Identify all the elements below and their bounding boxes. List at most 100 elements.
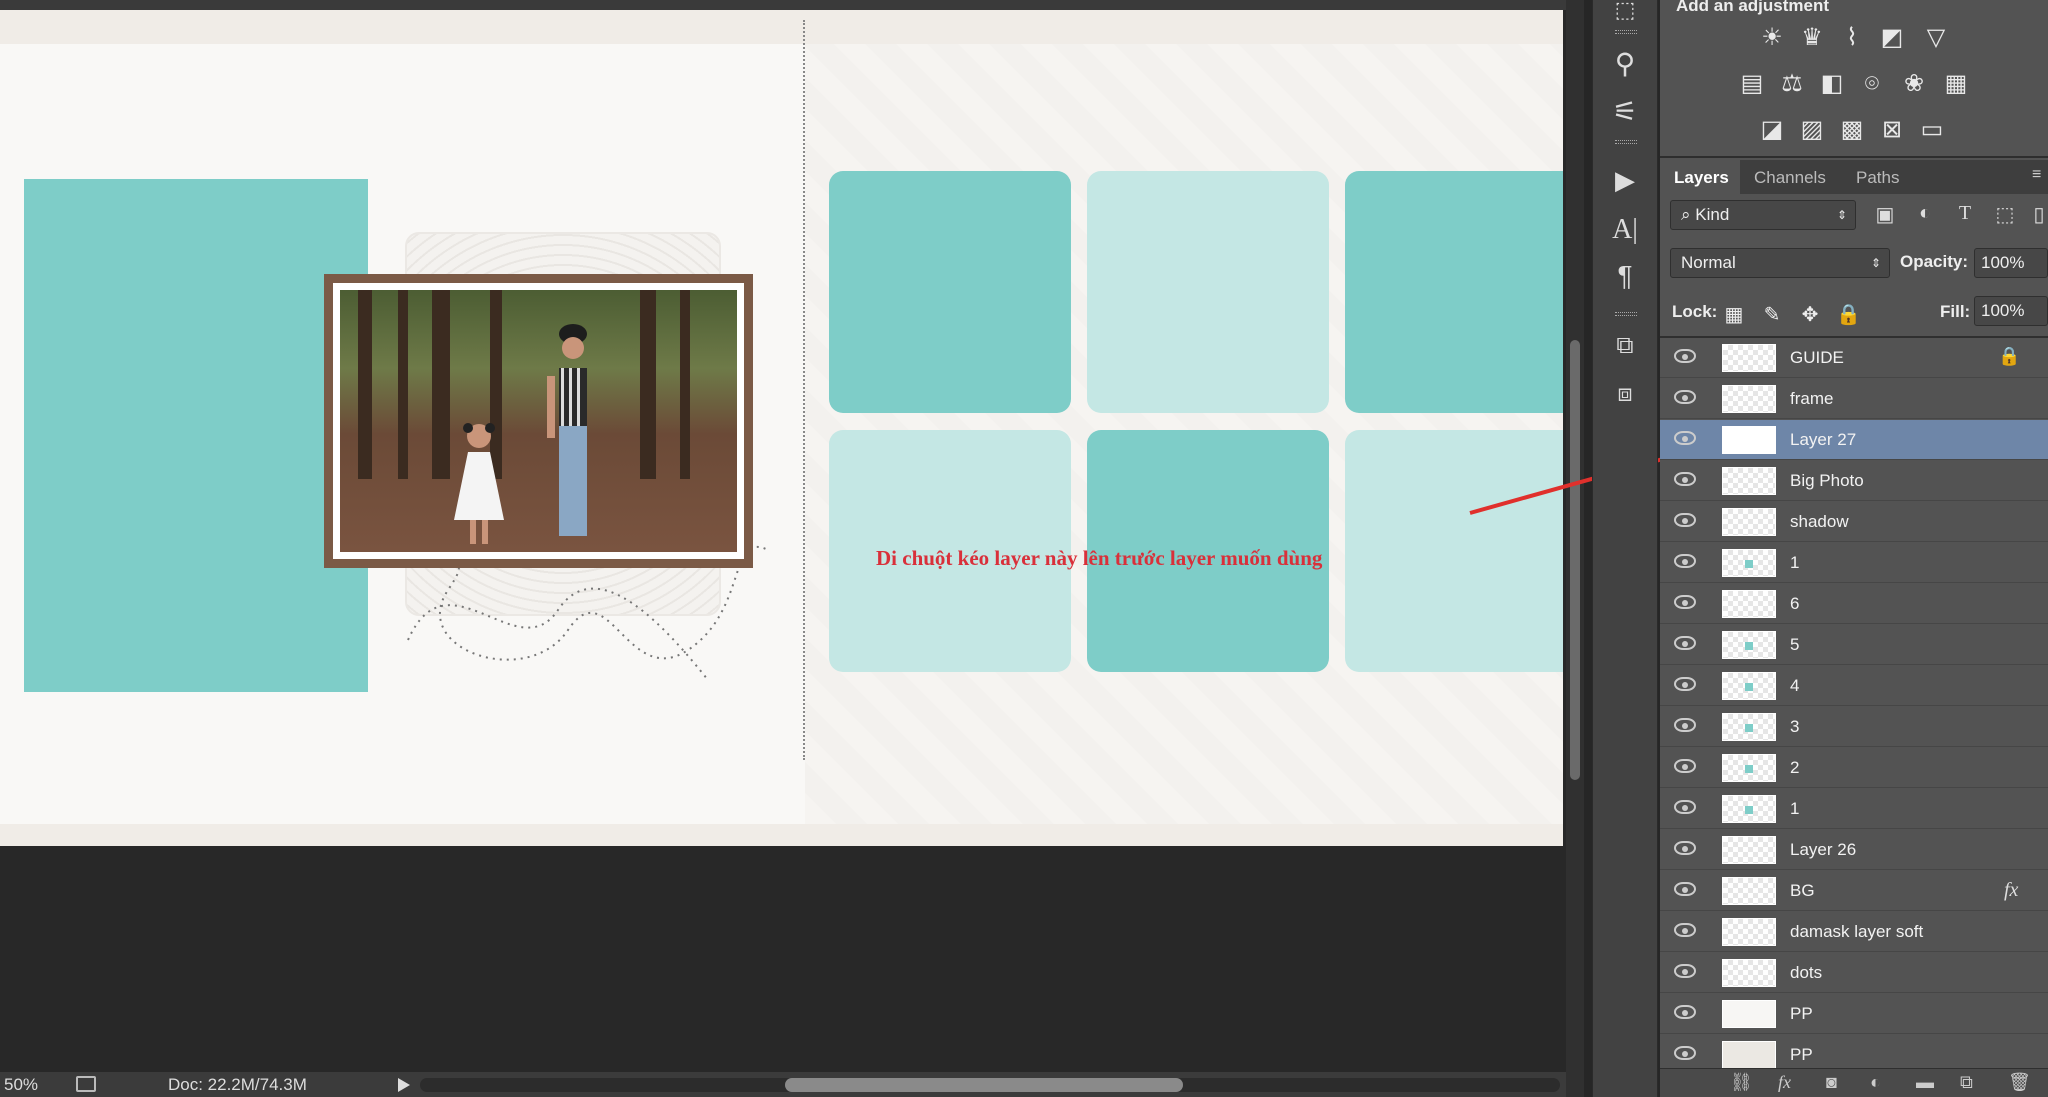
document-canvas[interactable]: Di chuột kéo layer này lên trước layer m… [0,10,1563,846]
fill-input[interactable]: 100% [1974,296,2048,326]
visibility-eye-icon[interactable] [1674,472,1696,486]
visibility-eye-icon[interactable] [1674,841,1696,855]
link-layers-icon[interactable]: ⛓ [1730,1072,1753,1093]
layer-row[interactable]: PP [1660,994,2048,1034]
black-white-icon[interactable]: ◧ [1818,70,1846,98]
brush-settings-icon[interactable]: ⚟ [1603,92,1647,132]
lock-transparent-icon[interactable]: ▦ [1722,302,1746,327]
visibility-eye-icon[interactable] [1674,1005,1696,1019]
layer-thumbnail [1722,631,1776,659]
layer-row[interactable]: Layer 26 [1660,830,2048,870]
visibility-eye-icon[interactable] [1674,923,1696,937]
canvas-workspace[interactable]: Di chuột kéo layer này lên trước layer m… [0,0,1566,1097]
visibility-eye-icon[interactable] [1674,677,1696,691]
tab-channels[interactable]: Channels [1754,168,1826,188]
character-styles-icon[interactable]: ⧈ [1603,374,1647,414]
layer-row-selected[interactable]: Layer 27 [1660,420,2048,460]
layer-row[interactable]: shadow [1660,502,2048,542]
export-icon[interactable] [76,1076,96,1092]
exposure-icon[interactable]: ◩ [1878,24,1906,52]
lock-all-icon[interactable]: 🔒 [1836,302,1861,327]
add-mask-icon[interactable]: ◙ [1826,1072,1837,1093]
paragraph-styles-icon[interactable]: ⧉ [1603,326,1647,366]
big-photo-frame[interactable] [324,274,753,568]
layer-row[interactable]: frame [1660,379,2048,419]
gradient-map-icon[interactable]: ▭ [1918,116,1946,144]
panel-grip[interactable] [1615,30,1637,34]
layer-row[interactable]: 4 [1660,666,2048,706]
layer-row[interactable]: 1 [1660,789,2048,829]
visibility-eye-icon[interactable] [1674,595,1696,609]
visibility-eye-icon[interactable] [1674,882,1696,896]
filter-adjustment-icon[interactable]: ◐ [1912,202,1938,225]
zoom-level[interactable]: 50% [4,1075,38,1095]
layer-row[interactable]: damask layer soft [1660,912,2048,952]
vibrance-icon[interactable]: ▽ [1922,24,1950,52]
layer-row[interactable]: 2 [1660,748,2048,788]
photo-filter-icon[interactable]: ⌾ [1858,70,1886,98]
visibility-eye-icon[interactable] [1674,513,1696,527]
visibility-eye-icon[interactable] [1674,431,1696,445]
curves-icon[interactable]: ⌇ [1838,24,1866,52]
visibility-eye-icon[interactable] [1674,1046,1696,1060]
layer-row[interactable]: GUIDE 🔒 [1660,338,2048,378]
posterize-icon[interactable]: ▨ [1798,116,1826,144]
visibility-eye-icon[interactable] [1674,759,1696,773]
layer-row[interactable]: 6 [1660,584,2048,624]
new-layer-icon[interactable]: ⧉ [1960,1072,1973,1093]
filter-pixel-icon[interactable]: ▣ [1872,202,1898,227]
tab-layers[interactable]: Layers [1674,168,1729,188]
levels-icon[interactable]: ♛ [1798,24,1826,52]
tool-partial-icon[interactable]: ⬚ [1603,0,1647,30]
brightness-icon[interactable]: ☀ [1758,24,1786,52]
panel-grip[interactable] [1615,312,1637,316]
visibility-eye-icon[interactable] [1674,964,1696,978]
layer-row[interactable]: Big Photo [1660,461,2048,501]
layer-effects-fx-icon[interactable]: fx [2004,879,2018,902]
visibility-eye-icon[interactable] [1674,800,1696,814]
panel-grip[interactable] [1615,140,1637,144]
opacity-input[interactable]: 100% [1974,248,2048,278]
add-layer-style-fx-icon[interactable]: fx [1778,1072,1791,1093]
visibility-eye-icon[interactable] [1674,554,1696,568]
new-group-folder-icon[interactable]: ▬ [1916,1072,1934,1093]
filter-kind-select[interactable]: ⌕ Kind ⇕ [1670,200,1856,230]
blend-mode-select[interactable]: Normal ⇕ [1670,248,1890,278]
hue-saturation-icon[interactable]: ▤ [1738,70,1766,98]
photoshop-window: Di chuột kéo layer này lên trước layer m… [0,0,2048,1097]
actions-play-icon[interactable]: ▶ [1603,160,1647,200]
layer-row[interactable]: 3 [1660,707,2048,747]
invert-icon[interactable]: ◪ [1758,116,1786,144]
visibility-eye-icon[interactable] [1674,718,1696,732]
color-balance-icon[interactable]: ⚖ [1778,70,1806,98]
filter-type-icon[interactable]: T [1952,202,1978,225]
filter-kind-label: Kind [1695,205,1730,224]
status-menu-arrow-icon[interactable] [398,1078,410,1092]
teal-square-1 [829,171,1071,413]
panel-menu-icon[interactable]: ≡ [2032,166,2041,184]
lock-position-move-icon[interactable]: ✥ [1798,302,1822,327]
layer-row[interactable]: BG fx [1660,871,2048,911]
layer-row[interactable]: 1 [1660,543,2048,583]
horizontal-scroll-thumb[interactable] [785,1078,1183,1092]
visibility-eye-icon[interactable] [1674,636,1696,650]
new-adjustment-layer-icon[interactable]: ◐ [1870,1072,1881,1093]
vertical-scroll-thumb[interactable] [1570,340,1580,780]
character-icon[interactable]: A| [1603,210,1647,250]
visibility-eye-icon[interactable] [1674,390,1696,404]
layer-row[interactable]: 5 [1660,625,2048,665]
delete-layer-trash-icon[interactable]: 🗑 [2008,1072,2031,1093]
brush-presets-icon[interactable]: ⚲ [1603,44,1647,84]
tab-paths[interactable]: Paths [1856,168,1899,188]
filter-shape-icon[interactable]: ⬚ [1992,202,2018,227]
layer-thumbnail [1722,959,1776,987]
filter-smart-object-icon[interactable]: ▯ [2026,202,2048,227]
color-lookup-icon[interactable]: ▦ [1942,70,1970,98]
visibility-eye-icon[interactable] [1674,349,1696,363]
lock-pixels-brush-icon[interactable]: ✎ [1760,302,1784,327]
threshold-icon[interactable]: ▩ [1838,116,1866,144]
paragraph-icon[interactable]: ¶ [1603,256,1647,296]
selective-color-icon[interactable]: ⊠ [1878,116,1906,144]
layer-row[interactable]: dots [1660,953,2048,993]
channel-mixer-icon[interactable]: ❀ [1900,70,1928,98]
